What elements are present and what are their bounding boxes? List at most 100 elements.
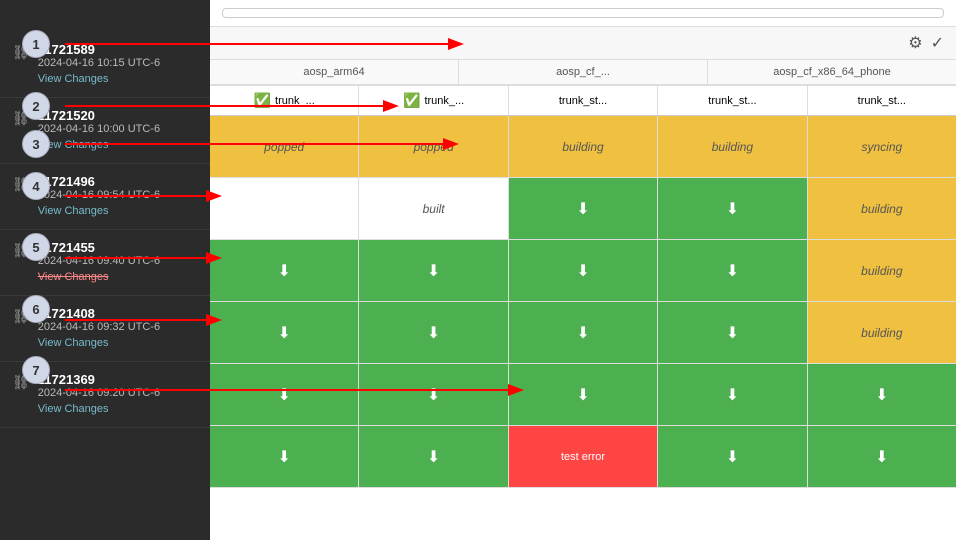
build-id: 11721369 bbox=[38, 372, 198, 387]
column-header: aosp_cf_... bbox=[459, 60, 708, 84]
table-cell[interactable]: ⬇ bbox=[210, 364, 359, 425]
download-icon: ⬇ bbox=[576, 385, 589, 405]
download-icon: ⬇ bbox=[278, 261, 291, 281]
view-changes-link[interactable]: View Changes bbox=[38, 337, 109, 349]
check-icon: ✅ bbox=[254, 92, 271, 109]
download-icon: ⬇ bbox=[875, 447, 888, 467]
table-cell[interactable]: ⬇ bbox=[359, 240, 508, 301]
status-header-cell: ✅ trunk_... bbox=[210, 86, 359, 115]
filter-row: ⚙ ✓ bbox=[210, 27, 956, 60]
download-icon: ⬇ bbox=[726, 385, 739, 405]
download-icon: ⬇ bbox=[576, 261, 589, 281]
table-cell[interactable]: ⬇ bbox=[359, 426, 508, 487]
table-cell[interactable]: ⬇ bbox=[210, 240, 359, 301]
status-header-cell: ✅ trunk_... bbox=[359, 86, 508, 115]
table-row: ⬇ ⬇ ⬇ ⬇ building bbox=[210, 302, 956, 364]
table-cell[interactable]: ⬇ bbox=[509, 178, 658, 239]
table-cell[interactable]: ⬇ bbox=[658, 426, 807, 487]
status-header-cell: trunk_st... bbox=[509, 86, 658, 115]
table-row: ⬇ ⬇ ⬇ ⬇ building bbox=[210, 240, 956, 302]
build-date: 2024-04-16 10:15 UTC-6 bbox=[38, 57, 198, 69]
annotation-circle-6: 6 bbox=[22, 295, 50, 323]
table-row: poppedpoppedbuildingbuildingsyncing bbox=[210, 116, 956, 178]
table-row: ⬇ ⬇ test error ⬇ ⬇ bbox=[210, 426, 956, 488]
view-changes-link[interactable]: View Changes bbox=[38, 73, 109, 85]
table-cell: built bbox=[359, 178, 508, 239]
download-icon: ⬇ bbox=[427, 447, 440, 467]
branch-input-wrap[interactable] bbox=[222, 8, 944, 18]
table-cell bbox=[210, 178, 359, 239]
table-cell[interactable]: ⬇ bbox=[808, 364, 956, 425]
status-header-cell: trunk_st... bbox=[808, 86, 956, 115]
table-cell[interactable]: ⬇ bbox=[210, 302, 359, 363]
status-header-row: ✅ trunk_... ✅ trunk_... trunk_st... trunk_st.… bbox=[210, 86, 956, 116]
table-cell[interactable]: syncing bbox=[808, 116, 956, 177]
table-cell[interactable]: building bbox=[808, 302, 956, 363]
build-id: 11721589 bbox=[38, 42, 198, 57]
table-cell[interactable]: ⬇ bbox=[509, 240, 658, 301]
download-icon: ⬇ bbox=[726, 199, 739, 219]
annotation-circle-3: 3 bbox=[22, 130, 50, 158]
build-date: 2024-04-16 09:54 UTC-6 bbox=[38, 189, 198, 201]
view-changes-link[interactable]: View Changes bbox=[38, 403, 109, 415]
table-cell[interactable]: building bbox=[808, 240, 956, 301]
download-icon: ⬇ bbox=[726, 323, 739, 343]
table-cell[interactable]: building bbox=[509, 116, 658, 177]
data-rows: poppedpoppedbuildingbuildingsyncingbuilt… bbox=[210, 116, 956, 540]
table-cell[interactable]: ⬇ bbox=[210, 426, 359, 487]
table-cell[interactable]: building bbox=[808, 178, 956, 239]
build-id: 11721408 bbox=[38, 306, 198, 321]
download-icon: ⬇ bbox=[278, 385, 291, 405]
table-row: built ⬇ ⬇ building bbox=[210, 178, 956, 240]
view-changes-link[interactable]: View Changes bbox=[38, 205, 109, 217]
table-cell[interactable]: ⬇ bbox=[658, 302, 807, 363]
build-id: 11721520 bbox=[38, 108, 198, 123]
annotation-circle-1: 1 bbox=[22, 30, 50, 58]
table-cell[interactable]: ⬇ bbox=[509, 364, 658, 425]
sidebar-header bbox=[0, 0, 210, 28]
view-changes-link[interactable]: View Changes bbox=[38, 271, 109, 283]
filter-icon[interactable]: ⚙ bbox=[908, 33, 922, 53]
annotation-circle-4: 4 bbox=[22, 172, 50, 200]
download-icon: ⬇ bbox=[278, 447, 291, 467]
status-label: trunk_... bbox=[424, 95, 464, 107]
download-icon: ⬇ bbox=[875, 385, 888, 405]
table-cell[interactable]: ⬇ bbox=[658, 178, 807, 239]
table-cell[interactable]: popped bbox=[359, 116, 508, 177]
table-cell[interactable]: test error bbox=[509, 426, 658, 487]
column-headers: aosp_arm64aosp_cf_...aosp_cf_x86_64_phon… bbox=[210, 60, 956, 86]
download-icon: ⬇ bbox=[278, 323, 291, 343]
sidebar: ⛓ 11721589 2024-04-16 10:15 UTC-6 View C… bbox=[0, 0, 210, 540]
download-icon: ⬇ bbox=[726, 261, 739, 281]
build-date: 2024-04-16 09:20 UTC-6 bbox=[38, 387, 198, 399]
build-date: 2024-04-16 09:40 UTC-6 bbox=[38, 255, 198, 267]
table-cell[interactable]: ⬇ bbox=[808, 426, 956, 487]
table-cell[interactable]: ⬇ bbox=[658, 240, 807, 301]
table-row: ⬇ ⬇ ⬇ ⬇ ⬇ bbox=[210, 364, 956, 426]
check-icon: ✅ bbox=[403, 92, 420, 109]
column-header: aosp_arm64 bbox=[210, 60, 459, 84]
annotation-circle-5: 5 bbox=[22, 233, 50, 261]
table-cell[interactable]: ⬇ bbox=[359, 364, 508, 425]
build-id: 11721496 bbox=[38, 174, 198, 189]
table-cell[interactable]: popped bbox=[210, 116, 359, 177]
build-id: 11721455 bbox=[38, 240, 198, 255]
table-cell[interactable]: ⬇ bbox=[658, 364, 807, 425]
build-date: 2024-04-16 09:32 UTC-6 bbox=[38, 321, 198, 333]
table-cell[interactable]: ⬇ bbox=[509, 302, 658, 363]
topbar bbox=[210, 0, 956, 27]
column-header: aosp_cf_x86_64_phone bbox=[708, 60, 956, 84]
table-cell[interactable]: building bbox=[658, 116, 807, 177]
download-icon: ⬇ bbox=[427, 261, 440, 281]
build-date: 2024-04-16 10:00 UTC-6 bbox=[38, 123, 198, 135]
annotation-circle-7: 7 bbox=[22, 356, 50, 384]
download-icon: ⬇ bbox=[726, 447, 739, 467]
status-label: trunk_... bbox=[275, 95, 315, 107]
chevron-icon[interactable]: ✓ bbox=[931, 33, 944, 53]
annotation-circle-2: 2 bbox=[22, 92, 50, 120]
download-icon: ⬇ bbox=[576, 199, 589, 219]
main-panel: ⚙ ✓ aosp_arm64aosp_cf_...aosp_cf_x86_64_… bbox=[210, 0, 956, 540]
table-cell[interactable]: ⬇ bbox=[359, 302, 508, 363]
download-icon: ⬇ bbox=[576, 323, 589, 343]
download-icon: ⬇ bbox=[427, 323, 440, 343]
